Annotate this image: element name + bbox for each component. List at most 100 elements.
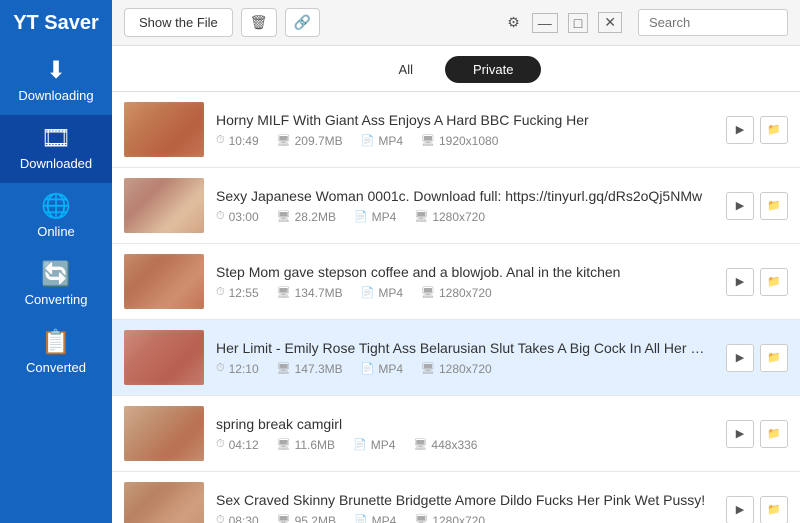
- clock-icon: ⏱: [216, 438, 225, 451]
- resolution-icon: 🖥: [421, 286, 435, 299]
- tab-private[interactable]: Private: [445, 56, 541, 83]
- resolution-meta: 🖥 1280x720: [414, 210, 485, 224]
- film-icon: 🎞: [41, 127, 71, 151]
- maximize-button[interactable]: □: [568, 13, 588, 33]
- file-size-icon: 🖥: [277, 438, 291, 451]
- resolution-icon: 🖥: [421, 134, 435, 147]
- size-meta: 🖥 209.7MB: [277, 134, 343, 148]
- video-item-2[interactable]: Sexy Japanese Woman 0001c. Download full…: [112, 168, 800, 244]
- toolbar: Show the File 🗑 🔗 ⚙ — □ ✕: [112, 0, 800, 46]
- convert-icon: 🔄: [41, 263, 71, 287]
- settings-icon[interactable]: ⚙: [507, 14, 520, 31]
- video-actions: ▶ 📁: [726, 268, 788, 296]
- tabs-bar: All Private: [112, 46, 800, 92]
- clock-icon: ⏱: [216, 134, 225, 147]
- play-button[interactable]: ▶: [726, 268, 754, 296]
- video-meta: ⏱ 04:12 🖥 11.6MB 📄 MP4 🖥 448x336: [216, 438, 714, 452]
- sidebar-item-downloaded[interactable]: 🎞 Downloaded: [0, 115, 112, 183]
- size-value: 28.2MB: [295, 210, 336, 224]
- clock-icon: ⏱: [216, 362, 225, 375]
- video-item-5[interactable]: spring break camgirl ⏱ 04:12 🖥 11.6MB 📄 …: [112, 396, 800, 472]
- sidebar-item-label: Downloading: [18, 88, 93, 103]
- resolution-meta: 🖥 448x336: [413, 438, 477, 452]
- video-title: Her Limit - Emily Rose Tight Ass Belarus…: [216, 340, 714, 356]
- video-title: Step Mom gave stepson coffee and a blowj…: [216, 264, 714, 280]
- folder-button[interactable]: 📁: [760, 420, 788, 448]
- video-meta: ⏱ 12:10 🖥 147.3MB 📄 MP4 🖥 1280x720: [216, 362, 714, 376]
- sidebar-item-online[interactable]: 🌐 Online: [0, 183, 112, 251]
- main-content: Show the File 🗑 🔗 ⚙ — □ ✕ All Private Ho…: [112, 0, 800, 523]
- sidebar-item-converted[interactable]: 📋 Converted: [0, 319, 112, 387]
- file-size-icon: 🖥: [277, 514, 291, 523]
- video-meta: ⏱ 08:30 🖥 95.2MB 📄 MP4 🖥 1280x720: [216, 514, 714, 523]
- sidebar: YT Saver ⬇ Downloading 🎞 Downloaded 🌐 On…: [0, 0, 112, 523]
- file-size-icon: 🖥: [277, 134, 291, 147]
- minimize-button[interactable]: —: [532, 13, 558, 33]
- video-info: Sexy Japanese Woman 0001c. Download full…: [216, 188, 714, 224]
- sidebar-item-converting[interactable]: 🔄 Converting: [0, 251, 112, 319]
- format-value: MP4: [378, 134, 403, 148]
- duration-meta: ⏱ 03:00: [216, 210, 259, 224]
- close-button[interactable]: ✕: [598, 12, 622, 33]
- play-button[interactable]: ▶: [726, 496, 754, 523]
- file-size-icon: 🖥: [277, 362, 291, 375]
- size-meta: 🖥 95.2MB: [277, 514, 336, 523]
- folder-button[interactable]: 📁: [760, 496, 788, 523]
- folder-button[interactable]: 📁: [760, 192, 788, 220]
- size-value: 209.7MB: [295, 134, 343, 148]
- video-actions: ▶ 📁: [726, 344, 788, 372]
- show-file-button[interactable]: Show the File: [124, 8, 233, 37]
- video-info: Step Mom gave stepson coffee and a blowj…: [216, 264, 714, 300]
- format-icon: 📄: [353, 438, 367, 451]
- play-button[interactable]: ▶: [726, 344, 754, 372]
- format-icon: 📄: [361, 286, 375, 299]
- play-button[interactable]: ▶: [726, 420, 754, 448]
- resolution-meta: 🖥 1280x720: [421, 362, 492, 376]
- download-icon: ⬇: [46, 59, 66, 83]
- duration-value: 10:49: [229, 134, 259, 148]
- video-thumbnail: [124, 178, 204, 233]
- file-size-icon: 🖥: [277, 286, 291, 299]
- video-actions: ▶ 📁: [726, 420, 788, 448]
- size-value: 95.2MB: [295, 514, 336, 523]
- duration-meta: ⏱ 12:55: [216, 286, 259, 300]
- duration-meta: ⏱ 04:12: [216, 438, 259, 452]
- resolution-meta: 🖥 1920x1080: [421, 134, 498, 148]
- folder-button[interactable]: 📁: [760, 344, 788, 372]
- resolution-value: 1280x720: [432, 514, 485, 523]
- resolution-value: 1920x1080: [439, 134, 498, 148]
- video-actions: ▶ 📁: [726, 116, 788, 144]
- video-item-6[interactable]: Sex Craved Skinny Brunette Bridgette Amo…: [112, 472, 800, 523]
- video-item-1[interactable]: Horny MILF With Giant Ass Enjoys A Hard …: [112, 92, 800, 168]
- resolution-meta: 🖥 1280x720: [414, 514, 485, 523]
- video-thumbnail: [124, 406, 204, 461]
- video-item-4[interactable]: Her Limit - Emily Rose Tight Ass Belarus…: [112, 320, 800, 396]
- play-button[interactable]: ▶: [726, 192, 754, 220]
- play-button[interactable]: ▶: [726, 116, 754, 144]
- link-button[interactable]: 🔗: [285, 8, 320, 37]
- size-meta: 🖥 134.7MB: [277, 286, 343, 300]
- video-title: spring break camgirl: [216, 416, 714, 432]
- folder-button[interactable]: 📁: [760, 268, 788, 296]
- resolution-icon: 🖥: [414, 514, 428, 523]
- format-value: MP4: [378, 286, 403, 300]
- link-icon: 🔗: [294, 14, 311, 31]
- resolution-icon: 🖥: [413, 438, 427, 451]
- video-info: Horny MILF With Giant Ass Enjoys A Hard …: [216, 112, 714, 148]
- search-input[interactable]: [638, 9, 788, 36]
- duration-value: 03:00: [229, 210, 259, 224]
- video-item-3[interactable]: Step Mom gave stepson coffee and a blowj…: [112, 244, 800, 320]
- size-meta: 🖥 28.2MB: [277, 210, 336, 224]
- video-info: Sex Craved Skinny Brunette Bridgette Amo…: [216, 492, 714, 523]
- duration-value: 04:12: [229, 438, 259, 452]
- format-meta: 📄 MP4: [354, 210, 396, 224]
- tab-all[interactable]: All: [371, 56, 441, 83]
- resolution-meta: 🖥 1280x720: [421, 286, 492, 300]
- video-meta: ⏱ 12:55 🖥 134.7MB 📄 MP4 🖥 1280x720: [216, 286, 714, 300]
- clock-icon: ⏱: [216, 286, 225, 299]
- sidebar-item-downloading[interactable]: ⬇ Downloading: [0, 47, 112, 115]
- delete-button[interactable]: 🗑: [241, 8, 277, 37]
- size-value: 147.3MB: [295, 362, 343, 376]
- folder-button[interactable]: 📁: [760, 116, 788, 144]
- video-thumbnail: [124, 330, 204, 385]
